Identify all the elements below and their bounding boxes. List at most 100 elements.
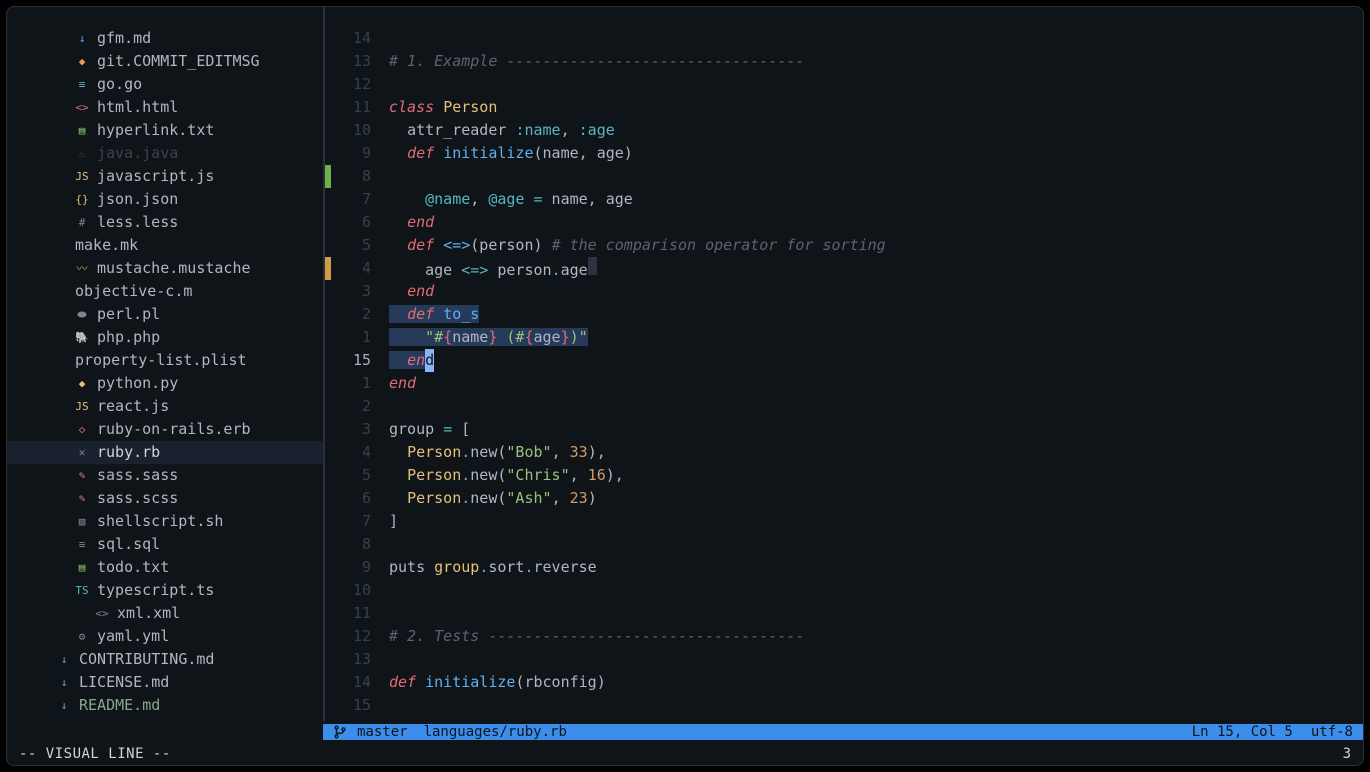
file-tree-item[interactable]: ⬬perl.pl	[7, 303, 323, 326]
code-line[interactable]: 11	[325, 602, 1363, 625]
code-content[interactable]: # 1. Example ---------------------------…	[381, 50, 804, 73]
code-content[interactable]: Person.new("Ash", 23)	[381, 487, 597, 510]
code-line[interactable]: 7 @name, @age = name, age	[325, 188, 1363, 211]
file-tree-item[interactable]: TStypescript.ts	[7, 579, 323, 602]
file-tree-item[interactable]: ↓README.md	[7, 694, 323, 717]
file-tree-item[interactable]: objective-c.m	[7, 280, 323, 303]
code-line[interactable]: 14def initialize(rbconfig)	[325, 671, 1363, 694]
code-content[interactable]: group = [	[381, 418, 470, 441]
file-tree-item[interactable]: ⚙yaml.yml	[7, 625, 323, 648]
code-content[interactable]	[381, 602, 389, 625]
code-content[interactable]	[381, 579, 389, 602]
file-tree-item[interactable]: #less.less	[7, 211, 323, 234]
file-tree-item[interactable]: ✕ruby.rb	[7, 441, 323, 464]
code-content[interactable]	[381, 27, 389, 50]
code-line[interactable]: 10	[325, 579, 1363, 602]
code-content[interactable]: end	[381, 280, 434, 303]
line-number: 1	[331, 326, 381, 349]
code-line[interactable]: 2 def to_s	[325, 303, 1363, 326]
code-content[interactable]	[381, 533, 389, 556]
code-line[interactable]: 15 end	[325, 349, 1363, 372]
file-tree-item[interactable]: {}json.json	[7, 188, 323, 211]
code-line[interactable]: 9puts group.sort.reverse	[325, 556, 1363, 579]
code-line[interactable]: 14	[325, 27, 1363, 50]
file-tree-item[interactable]: ◆git.COMMIT_EDITMSG	[7, 50, 323, 73]
code-line[interactable]: 2	[325, 395, 1363, 418]
file-tree-item[interactable]: <>xml.xml	[7, 602, 323, 625]
code-line[interactable]: 8	[325, 165, 1363, 188]
file-tree-item[interactable]: ≡go.go	[7, 73, 323, 96]
code-content[interactable]	[381, 648, 389, 671]
code-line[interactable]: 3 end	[325, 280, 1363, 303]
file-tree-item[interactable]: make.mk	[7, 234, 323, 257]
code-line[interactable]: 8	[325, 533, 1363, 556]
code-line[interactable]: 4 Person.new("Bob", 33),	[325, 441, 1363, 464]
code-content[interactable]: def initialize(name, age)	[381, 142, 633, 165]
code-line[interactable]: 13# 1. Example -------------------------…	[325, 50, 1363, 73]
file-tree-item[interactable]: ≡sql.sql	[7, 533, 323, 556]
code-content[interactable]: end	[381, 211, 434, 234]
file-tree-item[interactable]: JSreact.js	[7, 395, 323, 418]
code-line[interactable]: 7]	[325, 510, 1363, 533]
code-line[interactable]: 6 end	[325, 211, 1363, 234]
code-content[interactable]: end	[381, 349, 434, 372]
file-tree-item[interactable]: 〰mustache.mustache	[7, 257, 323, 280]
code-content[interactable]: # 2. Tests -----------------------------…	[381, 625, 804, 648]
code-content[interactable]	[381, 694, 389, 717]
file-tree-item[interactable]: ▧shellscript.sh	[7, 510, 323, 533]
code-line[interactable]: 11class Person	[325, 96, 1363, 119]
file-encoding[interactable]: utf-8	[1311, 724, 1353, 740]
file-tree-item[interactable]: JSjavascript.js	[7, 165, 323, 188]
file-tree-item[interactable]: ▤hyperlink.txt	[7, 119, 323, 142]
code-line[interactable]: 1end	[325, 372, 1363, 395]
file-tree-item[interactable]: ◇ruby-on-rails.erb	[7, 418, 323, 441]
code-line[interactable]: 9 def initialize(name, age)	[325, 142, 1363, 165]
code-content[interactable]: def <=>(person) # the comparison operato…	[381, 234, 886, 257]
code-line[interactable]: 12	[325, 73, 1363, 96]
cursor-position[interactable]: Ln 15, Col 5	[1192, 724, 1293, 740]
file-tree-item[interactable]: ↓gfm.md	[7, 27, 323, 50]
code-content[interactable]: ]	[381, 510, 398, 533]
code-editor[interactable]: 1413# 1. Example -----------------------…	[325, 7, 1363, 721]
code-content[interactable]: class Person	[381, 96, 497, 119]
file-tree-item[interactable]: ✎sass.sass	[7, 464, 323, 487]
file-tree-item[interactable]: ↓LICENSE.md	[7, 671, 323, 694]
code-content[interactable]: Person.new("Bob", 33),	[381, 441, 606, 464]
file-tree-item[interactable]: <>html.html	[7, 96, 323, 119]
file-tree-item[interactable]: 🐘php.php	[7, 326, 323, 349]
code-line[interactable]: 1 "#{name} (#{age})"	[325, 326, 1363, 349]
code-content[interactable]: attr_reader :name, :age	[381, 119, 615, 142]
file-tree-item[interactable]: ✎sass.scss	[7, 487, 323, 510]
file-tree-sidebar[interactable]: ↓gfm.md◆git.COMMIT_EDITMSG≡go.go<>html.h…	[7, 7, 323, 721]
code-line[interactable]: 6 Person.new("Ash", 23)	[325, 487, 1363, 510]
code-content[interactable]: end	[381, 372, 416, 395]
code-line[interactable]: 10 attr_reader :name, :age	[325, 119, 1363, 142]
code-content[interactable]	[381, 165, 389, 188]
file-tree-item[interactable]: ◆python.py	[7, 372, 323, 395]
git-branch-name[interactable]: master	[357, 724, 408, 740]
code-content[interactable]	[381, 73, 389, 96]
code-line[interactable]: 5 Person.new("Chris", 16),	[325, 464, 1363, 487]
code-lines[interactable]: 1413# 1. Example -----------------------…	[325, 7, 1363, 717]
code-content[interactable]: def initialize(rbconfig)	[381, 671, 606, 694]
code-content[interactable]: "#{name} (#{age})"	[381, 326, 588, 349]
file-icon: JS	[75, 400, 89, 414]
code-line[interactable]: 12# 2. Tests ---------------------------…	[325, 625, 1363, 648]
active-file-path[interactable]: languages/ruby.rb	[424, 724, 567, 740]
file-tree-item[interactable]: property-list.plist	[7, 349, 323, 372]
code-line[interactable]: 13	[325, 648, 1363, 671]
code-line[interactable]: 3group = [	[325, 418, 1363, 441]
code-content[interactable]: age <=> person.age	[381, 257, 597, 280]
code-line[interactable]: 4 age <=> person.age	[325, 257, 1363, 280]
code-content[interactable]	[381, 395, 389, 418]
code-content[interactable]: def to_s	[381, 303, 479, 326]
code-line[interactable]: 5 def <=>(person) # the comparison opera…	[325, 234, 1363, 257]
code-content[interactable]: puts group.sort.reverse	[381, 556, 597, 579]
line-number: 3	[331, 418, 381, 441]
code-line[interactable]: 15	[325, 694, 1363, 717]
file-tree-item[interactable]: ↓CONTRIBUTING.md	[7, 648, 323, 671]
file-tree-item[interactable]: ♨java.java	[7, 142, 323, 165]
file-tree-item[interactable]: ▤todo.txt	[7, 556, 323, 579]
code-content[interactable]: Person.new("Chris", 16),	[381, 464, 624, 487]
code-content[interactable]: @name, @age = name, age	[381, 188, 633, 211]
